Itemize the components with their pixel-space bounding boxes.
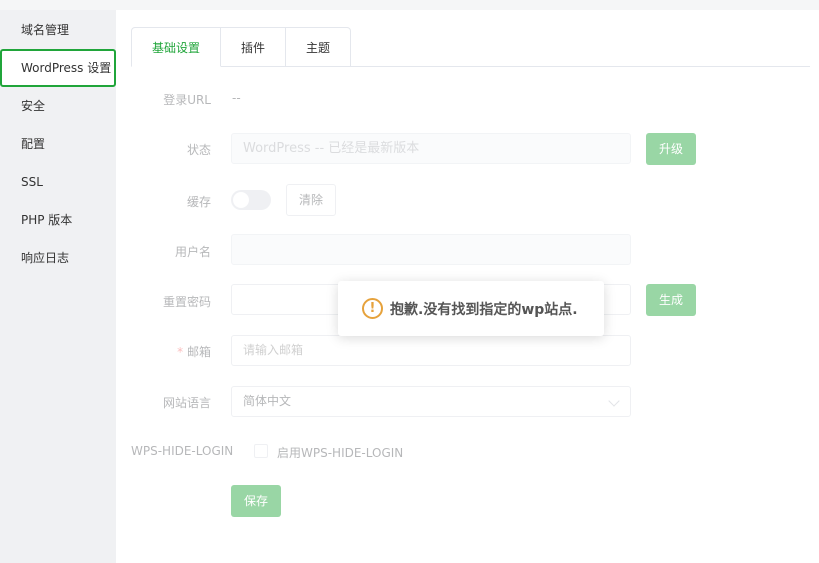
save-button[interactable]: 保存 [231,485,281,517]
sidebar-item-domain-management[interactable]: 域名管理 [0,11,116,49]
email-input[interactable]: 请输入邮箱 [231,335,631,366]
login-url-label: 登录URL [163,93,211,107]
sidebar-item-config[interactable]: 配置 [0,125,116,163]
top-strip [0,0,819,10]
login-url-value: -- [232,91,241,105]
upgrade-button[interactable]: 升级 [646,133,696,165]
reset-password-label: 重置密码 [162,295,211,309]
required-mark: * [177,345,184,359]
cache-toggle-knob [233,192,249,208]
email-label: * 邮箱 [116,343,211,360]
sidebar-item-response-log[interactable]: 响应日志 [0,239,116,277]
status-field: WordPress -- 已经是最新版本 [231,133,631,164]
username-field[interactable] [231,234,631,265]
wps-hide-login-label: WPS-HIDE-LOGIN [131,444,234,458]
generate-password-button[interactable]: 生成 [646,284,696,316]
error-toast: ! 抱歉.没有找到指定的wp站点. [338,281,604,336]
wps-hide-login-checkbox[interactable] [254,444,268,458]
username-label: 用户名 [174,245,211,259]
sidebar-item-ssl[interactable]: SSL [0,163,116,201]
cache-label: 缓存 [186,195,211,209]
toast-message: 抱歉.没有找到指定的wp站点. [390,302,578,318]
sidebar-item-php-version[interactable]: PHP 版本 [0,201,116,239]
sidebar: 域名管理 WordPress 设置 安全 配置 SSL PHP 版本 响应日志 [0,10,116,563]
chevron-down-icon [608,395,620,407]
language-label: 网站语言 [162,396,211,410]
language-select-value: 简体中文 [243,394,292,408]
sidebar-item-wordpress-settings[interactable]: WordPress 设置 [0,49,116,87]
clear-cache-button[interactable]: 清除 [286,184,336,216]
cache-toggle[interactable] [231,190,271,210]
language-select[interactable]: 简体中文 [231,386,631,417]
status-label: 状态 [186,143,211,157]
sidebar-item-security[interactable]: 安全 [0,87,116,125]
email-label-text: 邮箱 [186,345,211,359]
warning-icon: ! [362,298,383,319]
wps-hide-login-checkbox-label[interactable]: 启用WPS-HIDE-LOGIN [277,444,403,461]
